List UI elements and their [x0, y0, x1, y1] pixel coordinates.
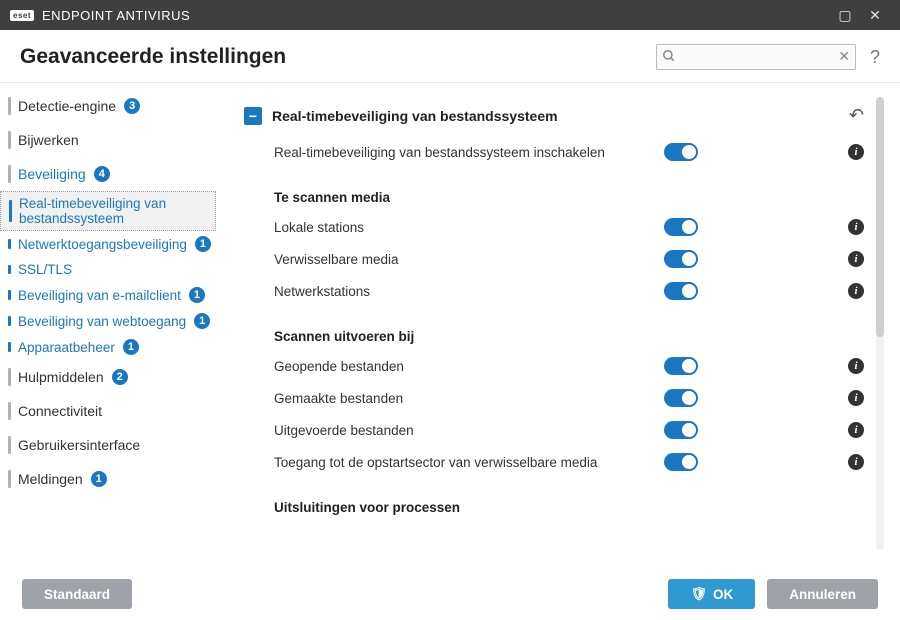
sidebar-item-label: Beveiliging van e-mailclient [18, 288, 181, 303]
row-verwisselbare-media: Verwisselbare media i [244, 243, 864, 275]
sidebar-item-label: Real-timebeveiliging van bestandssysteem [19, 196, 205, 226]
sidebar-badge: 2 [112, 369, 128, 385]
sidebar-item-label: Meldingen [18, 471, 83, 487]
titlebar: eset ENDPOINT ANTIVIRUS ▢ ✕ [0, 0, 900, 30]
info-icon[interactable]: i [848, 144, 864, 160]
sidebar-item-label: Apparaatbeheer [18, 340, 115, 355]
row-label: Uitgevoerde bestanden [274, 423, 664, 438]
row-label: Gemaakte bestanden [274, 391, 664, 406]
footer: Standaard 🛡 OK Annuleren [0, 568, 900, 620]
sidebar-sub-web[interactable]: Beveiliging van webtoegang 1 [0, 308, 230, 334]
row-geopende: Geopende bestanden i [244, 350, 864, 382]
sidebar-item-gebruikersinterface[interactable]: Gebruikersinterface [0, 428, 230, 462]
group-title-scanon: Scannen uitvoeren bij [244, 307, 864, 350]
row-label: Netwerkstations [274, 284, 664, 299]
row-label: Verwisselbare media [274, 252, 664, 267]
toggle-lokale-stations[interactable] [664, 218, 698, 236]
toggle-netwerkstations[interactable] [664, 282, 698, 300]
section-title: Real-timebeveiliging van bestandssysteem [272, 108, 558, 124]
scrollbar[interactable] [876, 97, 884, 550]
row-label: Geopende bestanden [274, 359, 664, 374]
row-lokale-stations: Lokale stations i [244, 211, 864, 243]
row-uitgevoerde: Uitgevoerde bestanden i [244, 414, 864, 446]
sidebar-item-connectiviteit[interactable]: Connectiviteit [0, 394, 230, 428]
info-icon[interactable]: i [848, 358, 864, 374]
row-label: Toegang tot de opstartsector van verwiss… [274, 455, 664, 470]
app-title: ENDPOINT ANTIVIRUS [42, 8, 190, 23]
sidebar-item-label: SSL/TLS [18, 262, 72, 277]
sidebar-item-label: Netwerktoegangsbeveiliging [18, 237, 187, 252]
scrollbar-thumb[interactable] [876, 97, 884, 337]
sidebar-sub-netwerk[interactable]: Netwerktoegangsbeveiliging 1 [0, 231, 230, 257]
ok-button[interactable]: 🛡 OK [668, 579, 755, 609]
row-label: Real-timebeveiliging van bestandssysteem… [274, 145, 664, 160]
info-icon[interactable]: i [848, 251, 864, 267]
cancel-button[interactable]: Annuleren [767, 579, 878, 609]
toggle-gemaakte[interactable] [664, 389, 698, 407]
search-wrap: ✕ [656, 44, 856, 70]
revert-icon[interactable]: ↶ [849, 105, 864, 126]
sidebar-badge: 1 [194, 313, 210, 329]
sidebar-sub-apparaat[interactable]: Apparaatbeheer 1 [0, 334, 230, 360]
window-maximize-icon[interactable]: ▢ [830, 7, 860, 24]
sidebar-item-label: Detectie-engine [18, 98, 116, 114]
toggle-geopende[interactable] [664, 357, 698, 375]
row-netwerkstations: Netwerkstations i [244, 275, 864, 307]
sidebar-badge: 1 [123, 339, 139, 355]
sidebar-badge: 3 [124, 98, 140, 114]
sidebar-sub-realtime[interactable]: Real-timebeveiliging van bestandssysteem [0, 191, 216, 231]
section-header: − Real-timebeveiliging van bestandssyste… [244, 101, 864, 136]
page-title: Geavanceerde instellingen [20, 45, 286, 69]
clear-search-icon[interactable]: ✕ [838, 48, 850, 65]
window-close-icon[interactable]: ✕ [860, 7, 890, 24]
sidebar-item-detectie-engine[interactable]: Detectie-engine 3 [0, 89, 230, 123]
ok-label: OK [713, 587, 733, 602]
sidebar-sub-ssltls[interactable]: SSL/TLS [0, 257, 230, 282]
sidebar: Detectie-engine 3 Bijwerken Beveiliging … [0, 83, 230, 603]
search-input[interactable] [656, 44, 856, 70]
collapse-icon[interactable]: − [244, 107, 262, 125]
settings-panel: − Real-timebeveiliging van bestandssyste… [230, 91, 886, 556]
help-icon[interactable]: ? [870, 47, 880, 68]
sidebar-badge: 1 [91, 471, 107, 487]
sidebar-item-label: Gebruikersinterface [18, 437, 140, 453]
sidebar-item-label: Connectiviteit [18, 403, 102, 419]
sidebar-badge: 4 [94, 166, 110, 182]
info-icon[interactable]: i [848, 422, 864, 438]
sidebar-badge: 1 [195, 236, 211, 252]
header: Geavanceerde instellingen ✕ ? [0, 30, 900, 83]
sidebar-item-beveiliging[interactable]: Beveiliging 4 [0, 157, 230, 191]
search-icon [662, 49, 676, 66]
info-icon[interactable]: i [848, 390, 864, 406]
toggle-opstartsector[interactable] [664, 453, 698, 471]
toggle-enable-realtime[interactable] [664, 143, 698, 161]
sidebar-item-label: Bijwerken [18, 132, 79, 148]
row-label: Lokale stations [274, 220, 664, 235]
sidebar-item-bijwerken[interactable]: Bijwerken [0, 123, 230, 157]
group-title-media: Te scannen media [244, 168, 864, 211]
row-enable-realtime: Real-timebeveiliging van bestandssysteem… [244, 136, 864, 168]
sidebar-item-label: Hulpmiddelen [18, 369, 104, 385]
shield-icon: 🛡 [690, 586, 707, 602]
sidebar-item-meldingen[interactable]: Meldingen 1 [0, 462, 230, 496]
sidebar-item-label: Beveiliging van webtoegang [18, 314, 186, 329]
info-icon[interactable]: i [848, 283, 864, 299]
toggle-verwisselbare-media[interactable] [664, 250, 698, 268]
group-title-exclusions: Uitsluitingen voor processen [244, 478, 864, 521]
info-icon[interactable]: i [848, 454, 864, 470]
row-opstartsector: Toegang tot de opstartsector van verwiss… [244, 446, 864, 478]
sidebar-sub-email[interactable]: Beveiliging van e-mailclient 1 [0, 282, 230, 308]
row-gemaakte: Gemaakte bestanden i [244, 382, 864, 414]
toggle-uitgevoerde[interactable] [664, 421, 698, 439]
sidebar-badge: 1 [189, 287, 205, 303]
info-icon[interactable]: i [848, 219, 864, 235]
brand-logo: eset [10, 10, 34, 21]
default-button[interactable]: Standaard [22, 579, 132, 609]
sidebar-item-hulpmiddelen[interactable]: Hulpmiddelen 2 [0, 360, 230, 394]
sidebar-item-label: Beveiliging [18, 166, 86, 182]
